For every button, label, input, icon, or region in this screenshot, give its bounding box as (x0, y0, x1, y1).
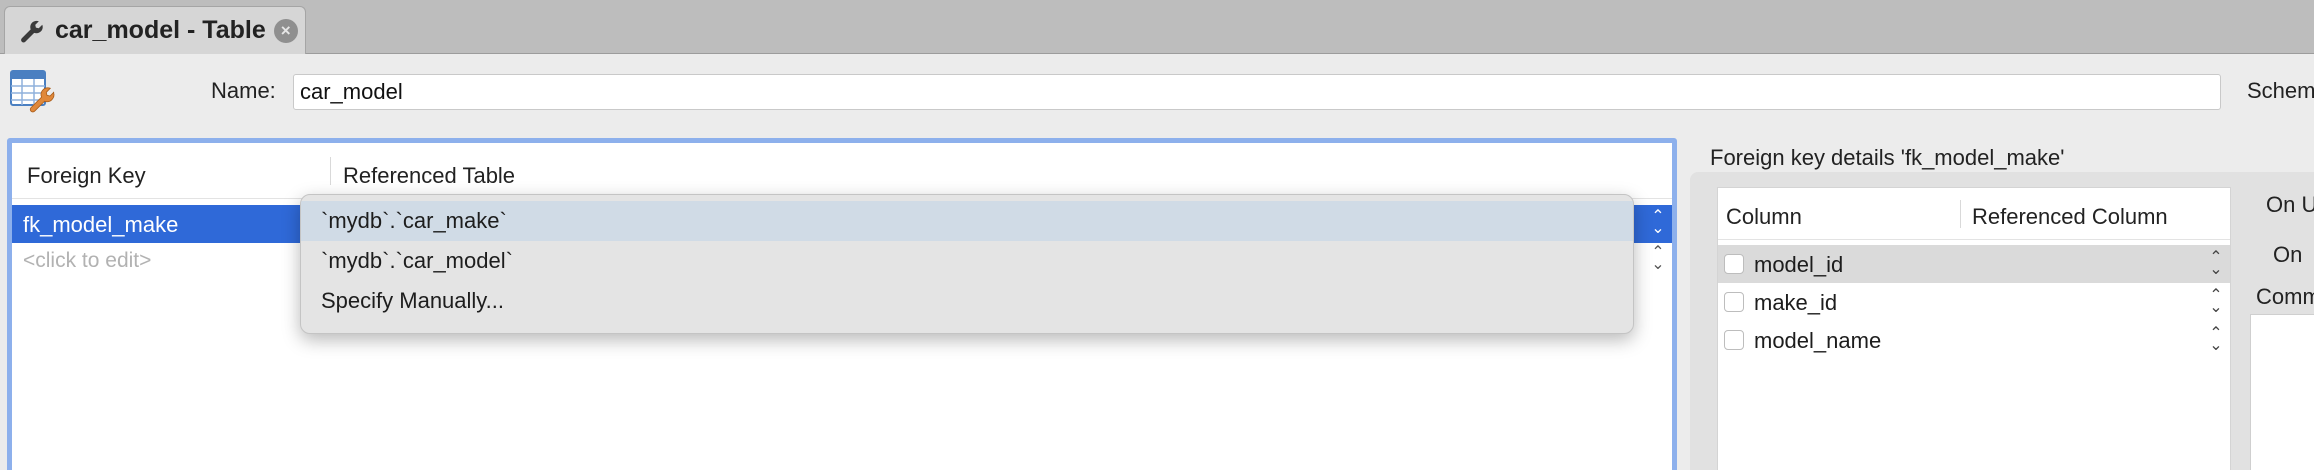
fk-column-table[interactable]: Column Referenced Column model_id ⌃ ⌄ mak… (1717, 187, 2231, 470)
on-delete-label: On (2273, 242, 2303, 267)
column-table-header: Column Referenced Column (1718, 188, 2230, 240)
tab-strip: car_model - Table × (0, 0, 2314, 54)
header-divider (1960, 200, 1961, 228)
menu-item-specify-manually[interactable]: Specify Manually... (301, 281, 1633, 321)
header-foreign-key[interactable]: Foreign Key (27, 163, 146, 189)
updown-arrows-icon[interactable]: ⌃ ⌄ (1650, 209, 1666, 237)
header-divider (330, 157, 331, 185)
fk-name-cell[interactable]: fk_model_make (23, 212, 178, 238)
column-row[interactable]: model_id ⌃ ⌄ (1718, 245, 2230, 283)
fk-details-title: Foreign key details 'fk_model_make' (1710, 145, 2065, 170)
close-icon[interactable]: × (273, 18, 298, 43)
name-label: Name: (211, 78, 276, 103)
referenced-table-dropdown: `mydb`.`car_make` `mydb`.`car_model` Spe… (300, 194, 1634, 334)
header-referenced-table[interactable]: Referenced Table (343, 163, 515, 189)
tab-title: car_model - Table (55, 16, 266, 44)
column-checkbox[interactable] (1724, 330, 1744, 350)
name-row: Name: Schem (0, 54, 2314, 136)
column-name: make_id (1754, 290, 1838, 315)
header-referenced-column[interactable]: Referenced Column (1972, 204, 2168, 230)
column-checkbox[interactable] (1724, 254, 1744, 274)
column-name: model_id (1754, 252, 1844, 277)
updown-arrows-icon[interactable]: ⌃ ⌄ (1650, 245, 1666, 273)
fk-table-header: Foreign Key Referenced Table (12, 143, 1672, 199)
table-name-input[interactable] (293, 74, 2221, 110)
schema-label: Schem (2247, 78, 2314, 103)
click-to-edit-placeholder[interactable]: <click to edit> (23, 249, 151, 273)
wrench-icon (21, 20, 43, 42)
header-column[interactable]: Column (1726, 204, 1802, 230)
column-row[interactable]: make_id ⌃ ⌄ (1718, 283, 2230, 321)
menu-item-car-make[interactable]: `mydb`.`car_make` (301, 201, 1633, 241)
table-edit-icon (10, 70, 55, 113)
updown-arrows-icon[interactable]: ⌃ ⌄ (2208, 250, 2224, 278)
comment-textarea[interactable] (2250, 314, 2314, 470)
tab-car-model[interactable]: car_model - Table × (4, 6, 306, 54)
column-row[interactable]: model_name ⌃ ⌄ (1718, 321, 2230, 359)
updown-arrows-icon[interactable]: ⌃ ⌄ (2208, 288, 2224, 316)
updown-arrows-icon[interactable]: ⌃ ⌄ (2208, 326, 2224, 354)
column-checkbox[interactable] (1724, 292, 1744, 312)
on-update-label: On U (2266, 192, 2314, 217)
column-name: model_name (1754, 328, 1882, 353)
table-editor-window: car_model - Table × Name: Schem Foreign … (0, 0, 2314, 470)
comment-label: Comm (2256, 284, 2314, 309)
menu-item-car-model[interactable]: `mydb`.`car_model` (301, 241, 1633, 281)
